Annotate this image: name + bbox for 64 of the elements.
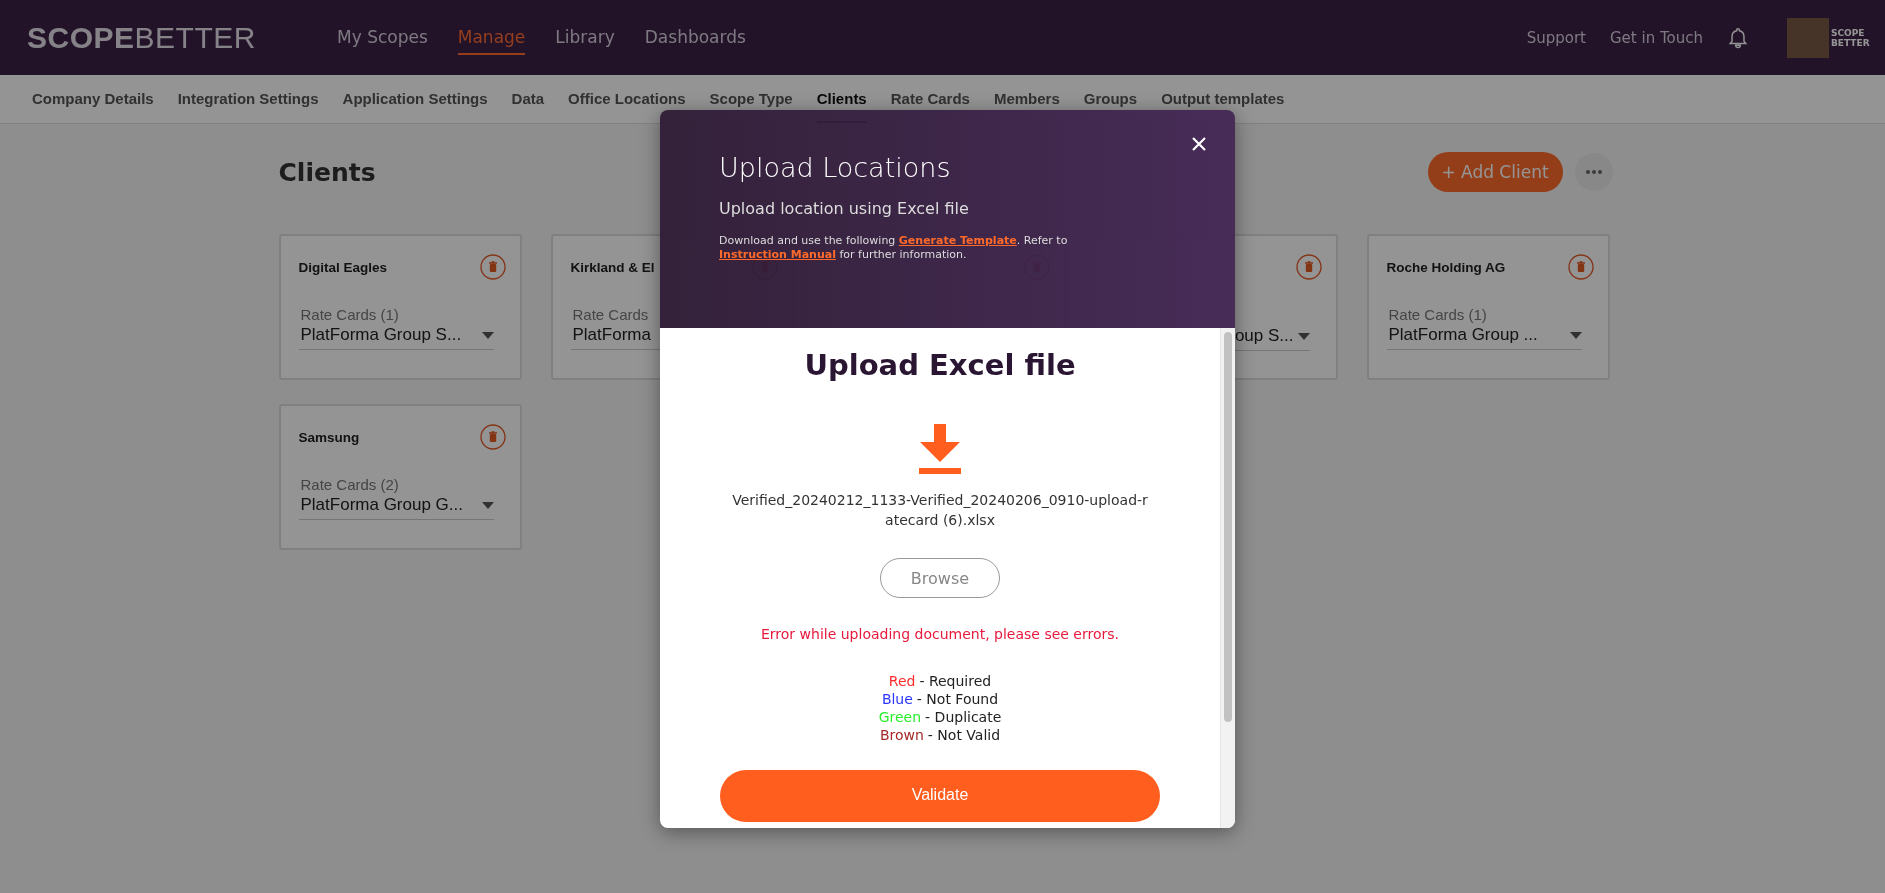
legend-meaning: - Not Found xyxy=(916,690,999,708)
legend-color-word: Brown xyxy=(879,726,924,744)
scrollbar[interactable] xyxy=(1220,328,1235,828)
generate-template-link[interactable]: Generate Template xyxy=(898,234,1017,247)
client-name: Samsung xyxy=(298,429,360,445)
instruction-text: Download and use the following Generate Template. Refer to Instruction Manual for further information. xyxy=(719,234,1069,262)
instruction-manual-link[interactable]: Instruction Manual xyxy=(719,248,836,261)
dialog-subtitle: Upload location using Excel file xyxy=(719,199,970,218)
legend-color-word: Green xyxy=(878,708,922,726)
bell-icon[interactable] xyxy=(1727,25,1749,50)
close-icon[interactable] xyxy=(1191,136,1207,152)
caret-icon xyxy=(1569,331,1582,339)
rate-card-dropdown[interactable]: PlatForma Group G... xyxy=(298,493,494,520)
trash-icon[interactable] xyxy=(1295,254,1322,280)
nav-link[interactable]: Dashboards xyxy=(644,20,746,55)
avatar-photo-placeholder[interactable] xyxy=(1787,17,1829,58)
settings-tab[interactable]: Rate Cards xyxy=(890,75,970,123)
field-label: Rate Cards (2) xyxy=(299,476,400,493)
settings-tab[interactable]: Members xyxy=(993,75,1060,123)
client-name: Kirkland & El xyxy=(570,259,655,275)
field-label: Rate Cards (1) xyxy=(1387,306,1488,323)
settings-tab[interactable]: Output templates xyxy=(1161,75,1285,123)
more-options-button[interactable] xyxy=(1574,153,1613,191)
caret-icon xyxy=(481,501,494,509)
client-name: Digital Eagles xyxy=(298,259,388,275)
settings-tab[interactable]: Scope Type xyxy=(709,75,793,123)
nav-link[interactable]: My Scopes xyxy=(337,20,428,55)
legend-color-word: Red xyxy=(888,672,916,690)
nav-link[interactable]: Manage xyxy=(457,20,526,55)
file-name: Verified_20240212_1133-Verified_20240206_0910-upload-ratecard (6).xlsx xyxy=(731,491,1149,530)
settings-tab[interactable]: Data xyxy=(511,75,545,123)
settings-tab[interactable]: Office Locations xyxy=(568,75,686,123)
field-label: Rate Cards (1) xyxy=(299,306,400,323)
dialog-title: Upload Locations xyxy=(719,152,952,183)
settings-tab[interactable]: Integration Settings xyxy=(177,75,319,123)
caret-icon xyxy=(481,331,494,339)
browse-button[interactable]: Browse xyxy=(880,558,1000,598)
page-title: Clients xyxy=(278,157,376,187)
legend-meaning: - Not Valid xyxy=(927,726,1001,744)
legend-color-word: Blue xyxy=(881,690,913,708)
logo-text: SCOPE BETTER xyxy=(1831,27,1871,48)
header-link[interactable]: Get in Touch xyxy=(1610,28,1703,47)
trash-icon[interactable] xyxy=(1567,254,1594,280)
legend-meaning: - Duplicate xyxy=(925,708,1002,726)
settings-tab[interactable]: Application Settings xyxy=(342,75,488,123)
trash-icon[interactable] xyxy=(479,254,506,280)
download-icon xyxy=(919,424,961,474)
legend-meaning: - Required xyxy=(919,672,992,690)
rate-card-dropdown[interactable]: PlatForma Group S... xyxy=(298,323,494,350)
caret-icon xyxy=(1297,332,1310,340)
rate-card-dropdown[interactable]: PlatForma Group ... xyxy=(1386,323,1582,350)
ellipsis-icon xyxy=(1584,169,1603,175)
settings-tab[interactable]: Company Details xyxy=(32,75,154,123)
logo[interactable]: SCOPEBETTER xyxy=(27,20,337,55)
header-link[interactable]: Support xyxy=(1526,28,1586,47)
upload-heading: Upload Excel file xyxy=(804,348,1076,382)
nav-link[interactable]: Library xyxy=(555,20,615,55)
error-message: Error while uploading document, please see errors. xyxy=(761,626,1119,642)
add-client-button[interactable]: + Add Client xyxy=(1427,152,1563,192)
client-name: Roche Holding AG xyxy=(1386,259,1506,275)
field-label: Rate Cards xyxy=(571,306,650,323)
trash-icon[interactable] xyxy=(479,424,506,450)
settings-tab[interactable]: Groups xyxy=(1083,75,1138,123)
validate-button[interactable]: Validate xyxy=(720,770,1160,822)
